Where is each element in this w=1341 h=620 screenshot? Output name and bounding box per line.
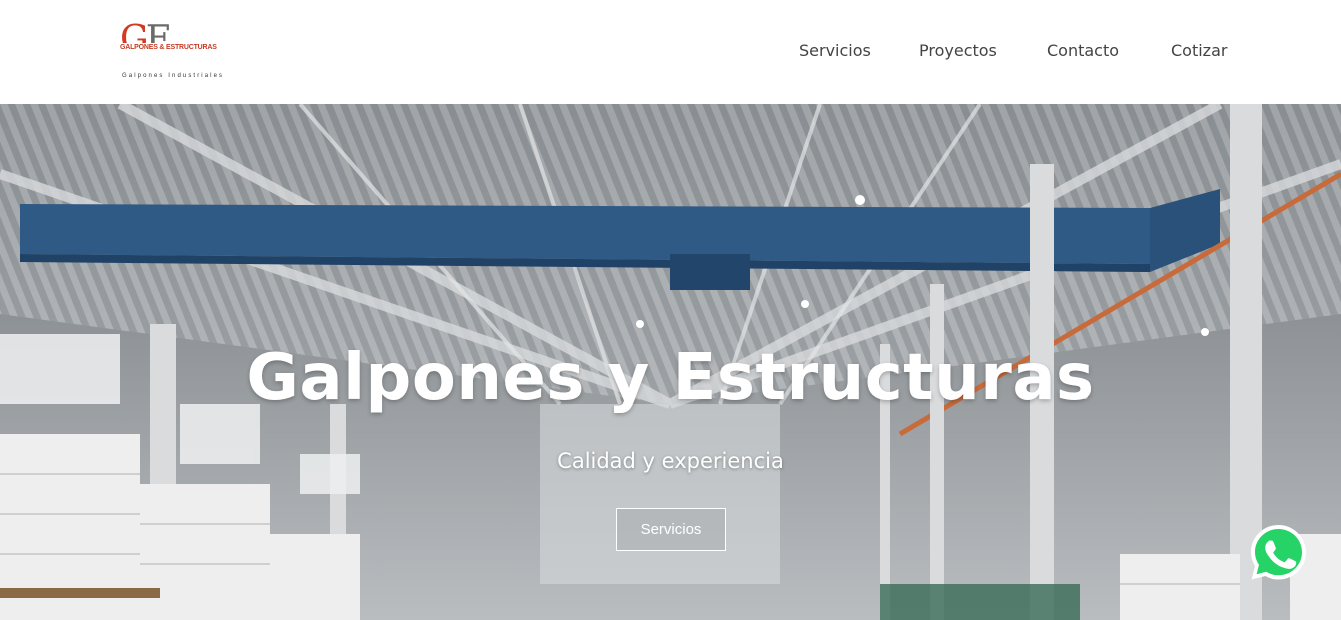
hero-banner: Galpones y Estructuras Calidad y experie… xyxy=(0,104,1341,620)
hero-title: Galpones y Estructuras xyxy=(246,341,1095,415)
logo-company-name: GALPONES & ESTRUCTURAS xyxy=(120,44,217,51)
hero-services-button[interactable]: Servicios xyxy=(616,508,726,551)
logo-tagline: Galpones Industriales xyxy=(122,73,225,79)
logo-monogram: GE xyxy=(120,19,172,60)
nav-link-cotizar[interactable]: Cotizar xyxy=(1171,38,1227,64)
nav-link-servicios[interactable]: Servicios xyxy=(799,38,871,64)
nav-link-contacto[interactable]: Contacto xyxy=(1047,38,1119,64)
brand-logo[interactable]: GE GALPONES & ESTRUCTURAS Galpones Indus… xyxy=(118,19,222,84)
site-header: GE GALPONES & ESTRUCTURAS Galpones Indus… xyxy=(0,0,1341,104)
nav-link-proyectos[interactable]: Proyectos xyxy=(919,38,997,64)
hero-subtitle: Calidad y experiencia xyxy=(557,449,784,473)
whatsapp-icon[interactable] xyxy=(1248,522,1309,583)
